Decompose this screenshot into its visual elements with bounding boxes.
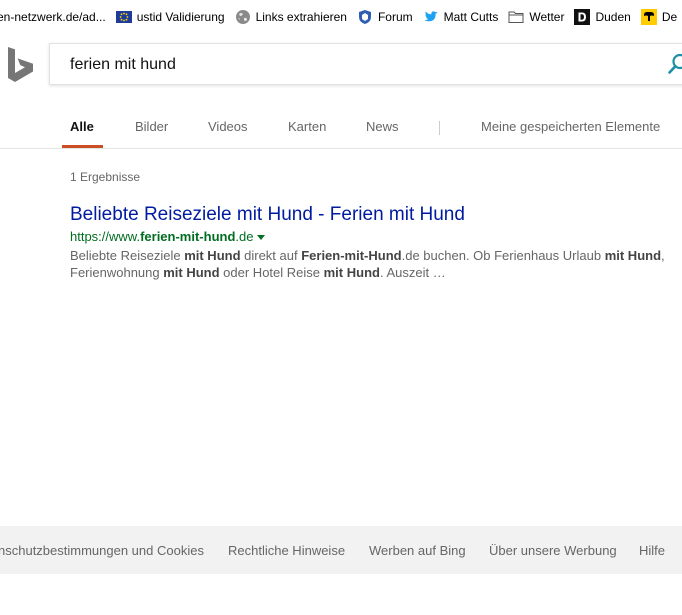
bookmark-label: De xyxy=(661,10,678,24)
result-url-domain: ferien-mit-hund xyxy=(140,229,236,244)
result-url: https://www.ferien-mit-hund.de xyxy=(70,228,680,246)
tab-news[interactable]: News xyxy=(366,119,399,134)
snippet-text: direkt auf xyxy=(240,248,302,263)
tab-alle[interactable]: Alle xyxy=(70,119,94,134)
bookmark-label: Forum xyxy=(377,10,413,24)
bookmark-wetter[interactable]: Wetter xyxy=(508,0,564,34)
folder-icon xyxy=(508,9,524,25)
bookmark-label: en-netzwerk.de/ad... xyxy=(0,10,106,24)
footer-link-ueber-unsere-werbung[interactable]: Über unsere Werbung xyxy=(489,543,617,558)
bookmarks-bar: en-netzwerk.de/ad... ustid Validierung L… xyxy=(0,0,682,34)
footer-link-rechtliche-hinweise[interactable]: Rechtliche Hinweise xyxy=(228,543,345,558)
shield-icon xyxy=(357,9,373,25)
snippet-text: .de buchen. Ob Ferienhaus Urlaub xyxy=(401,248,605,263)
snippet-highlight: mit Hund xyxy=(323,265,380,280)
snippet-text: Beliebte Reiseziele xyxy=(70,248,185,263)
snippet-highlight: mit Hund xyxy=(184,248,241,263)
footer-link-hilfe[interactable]: Hilfe xyxy=(639,543,665,558)
tab-separator xyxy=(439,121,440,135)
footer: nschutzbestimmungen und Cookies Rechtlic… xyxy=(0,526,682,574)
snippet-text: . Auszeit … xyxy=(379,265,446,280)
post-horn-icon xyxy=(640,9,657,25)
search-icon[interactable] xyxy=(667,53,682,75)
result-snippet: Beliebte Reiseziele mit Hund direkt auf … xyxy=(70,247,680,281)
duden-d-icon xyxy=(574,9,591,25)
chevron-down-icon[interactable] xyxy=(257,235,266,241)
search-box xyxy=(49,43,682,85)
bookmark-label: Matt Cutts xyxy=(443,10,499,24)
footer-link-datenschutz[interactable]: nschutzbestimmungen und Cookies xyxy=(0,543,204,558)
bookmark-links-extrahieren[interactable]: Links extrahieren xyxy=(235,0,347,34)
result-count: 1 Ergebnisse xyxy=(70,170,141,184)
tabs-divider xyxy=(0,148,682,149)
footer-link-werben-auf-bing[interactable]: Werben auf Bing xyxy=(369,543,466,558)
result-url-prefix: https://www. xyxy=(70,229,141,244)
snippet-text: oder Hotel Reise xyxy=(219,265,324,280)
bing-logo[interactable] xyxy=(6,47,36,83)
tab-karten[interactable]: Karten xyxy=(288,119,326,134)
search-result: Beliebte Reiseziele mit Hund - Ferien mi… xyxy=(70,204,680,281)
tab-videos[interactable]: Videos xyxy=(208,119,248,134)
bookmark-matt-cutts[interactable]: Matt Cutts xyxy=(423,0,499,34)
bookmark-label: Wetter xyxy=(529,10,565,24)
twitter-bird-icon xyxy=(423,9,439,25)
bookmark-forum[interactable]: Forum xyxy=(357,0,413,34)
result-url-suffix: .de xyxy=(235,229,254,244)
eu-flag-icon xyxy=(115,9,132,25)
bookmark-deutsche-post[interactable]: De xyxy=(640,0,678,34)
bookmark-label: Duden xyxy=(595,10,631,24)
bookmark-duden[interactable]: Duden xyxy=(574,0,631,34)
snippet-highlight: Ferien-mit-Hund xyxy=(301,248,402,263)
bookmark-label: ustid Validierung xyxy=(136,10,225,24)
bookmark-label: Links extrahieren xyxy=(255,10,347,24)
bookmark-netzwerk[interactable]: en-netzwerk.de/ad... xyxy=(0,0,106,34)
bookmark-ustid-validierung[interactable]: ustid Validierung xyxy=(115,0,225,34)
snippet-highlight: mit Hund xyxy=(163,265,220,280)
search-input[interactable] xyxy=(70,54,630,76)
tab-bilder[interactable]: Bilder xyxy=(135,119,168,134)
result-title-link[interactable]: Beliebte Reiseziele mit Hund - Ferien mi… xyxy=(70,204,680,226)
snippet-highlight: mit Hund xyxy=(604,248,662,263)
search-tabs: Alle Bilder Videos Karten News Meine ges… xyxy=(0,110,682,148)
saved-items-link[interactable]: Meine gespeicherten Elemente xyxy=(481,119,660,134)
globe-icon xyxy=(235,9,251,25)
